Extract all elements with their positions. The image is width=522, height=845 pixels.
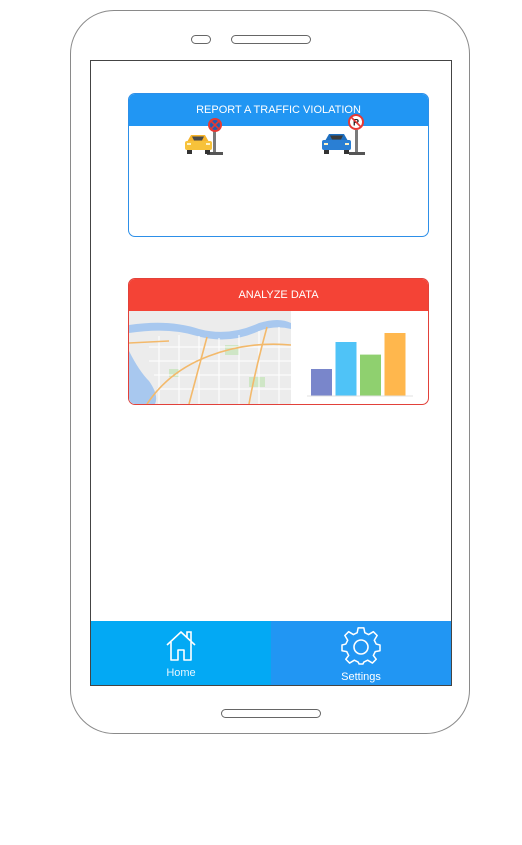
tab-home[interactable]: Home: [91, 621, 271, 685]
front-camera: [191, 35, 211, 44]
tab-settings[interactable]: Settings: [271, 621, 451, 685]
home-icon: [166, 631, 196, 661]
report-card-title: REPORT A TRAFFIC VIOLATION: [129, 94, 428, 126]
tab-home-label: Home: [166, 667, 196, 679]
hardware-home-button[interactable]: [221, 709, 321, 718]
app-screen: REPORT A TRAFFIC VIOLATION ANALYZE DATA …: [90, 60, 452, 686]
bottom-tab-bar: Home Settings: [91, 621, 451, 685]
chart-bar: [384, 333, 406, 396]
speaker-grille: [231, 35, 311, 44]
no-parking-car-icon[interactable]: P: [319, 112, 369, 163]
map-thumbnail[interactable]: [129, 311, 292, 404]
chart-bar: [360, 354, 381, 396]
chart-bar: [335, 342, 357, 396]
analyze-card-title: ANALYZE DATA: [129, 279, 428, 311]
bar-chart-thumbnail[interactable]: [295, 311, 425, 404]
gear-icon: [341, 627, 381, 665]
no-stopping-car-icon[interactable]: [183, 116, 227, 163]
analyze-data-card: ANALYZE DATA: [128, 278, 429, 405]
chart-bar: [311, 369, 332, 396]
tab-settings-label: Settings: [341, 671, 381, 683]
report-violation-card: REPORT A TRAFFIC VIOLATION: [128, 93, 429, 237]
bar-chart-graphic: [307, 333, 413, 397]
